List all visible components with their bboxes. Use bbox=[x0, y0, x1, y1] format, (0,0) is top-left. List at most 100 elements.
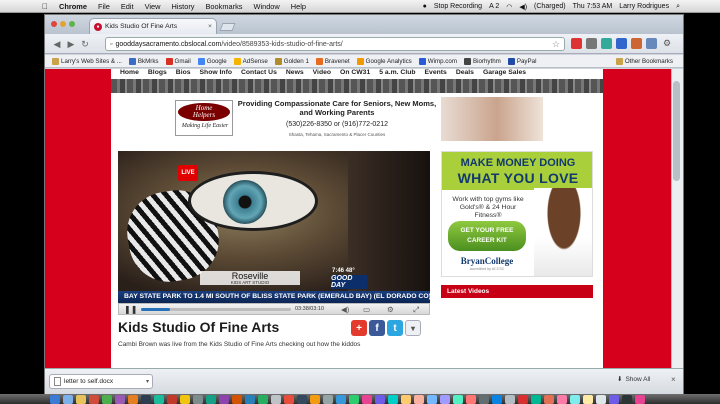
dock-app-icon[interactable] bbox=[596, 395, 606, 404]
dock-app-icon[interactable] bbox=[505, 395, 515, 404]
dock-app-icon[interactable] bbox=[635, 395, 645, 404]
site-nav-item[interactable]: Blogs bbox=[148, 69, 167, 79]
downloads-close-icon[interactable]: × bbox=[671, 375, 676, 384]
dock-app-icon[interactable] bbox=[284, 395, 294, 404]
site-nav-item[interactable]: Contact Us bbox=[241, 69, 277, 79]
bookmark-item[interactable]: Golden 1 bbox=[274, 57, 309, 65]
share-plus-icon[interactable]: + bbox=[351, 320, 367, 336]
bookmark-item[interactable]: Bravenet bbox=[315, 57, 350, 65]
dock-app-icon[interactable] bbox=[258, 395, 268, 404]
dock-app-icon[interactable] bbox=[414, 395, 424, 404]
dock-app-icon[interactable] bbox=[102, 395, 112, 404]
menu-app-name[interactable]: Chrome bbox=[59, 2, 87, 11]
dock-app-icon[interactable] bbox=[453, 395, 463, 404]
dock-app-icon[interactable] bbox=[492, 395, 502, 404]
other-bookmarks[interactable]: Other Bookmarks bbox=[615, 57, 673, 65]
dock-app-icon[interactable] bbox=[232, 395, 242, 404]
minimize-window-icon[interactable] bbox=[60, 21, 66, 27]
battery-status[interactable]: (Charged) bbox=[534, 3, 566, 10]
extension-green-icon[interactable] bbox=[601, 38, 612, 49]
bookmark-item[interactable]: Biorhythm bbox=[463, 57, 501, 65]
bookmark-item[interactable]: Google bbox=[197, 57, 227, 65]
dock-app-icon[interactable] bbox=[466, 395, 476, 404]
scrollbar-thumb[interactable] bbox=[673, 81, 680, 181]
captions-icon[interactable]: ▭ bbox=[363, 305, 370, 314]
zoom-window-icon[interactable] bbox=[69, 21, 75, 27]
home-helpers-ad[interactable]: Home Helpers Making Life Easier Providin… bbox=[173, 97, 543, 141]
site-nav-item[interactable]: Bios bbox=[176, 69, 191, 79]
extension-orange-icon[interactable] bbox=[631, 38, 642, 49]
wifi-icon[interactable]: ◠ bbox=[506, 3, 512, 11]
dock-app-icon[interactable] bbox=[154, 395, 164, 404]
site-nav-item[interactable]: Garage Sales bbox=[483, 69, 526, 79]
facebook-icon[interactable]: f bbox=[369, 320, 385, 336]
dock-app-icon[interactable] bbox=[245, 395, 255, 404]
dock-app-icon[interactable] bbox=[180, 395, 190, 404]
dock-app-icon[interactable] bbox=[401, 395, 411, 404]
dock-app-icon[interactable] bbox=[323, 395, 333, 404]
dock-app-icon[interactable] bbox=[570, 395, 580, 404]
bryan-college-ad[interactable]: MAKE MONEY DOING WHAT YOU LOVE Work with… bbox=[441, 151, 593, 277]
dock-app-icon[interactable] bbox=[440, 395, 450, 404]
volume-icon[interactable]: ◀) bbox=[519, 3, 527, 11]
apple-menu-icon[interactable]:  bbox=[42, 2, 48, 11]
wrench-icon[interactable]: ⚙ bbox=[663, 38, 674, 49]
stop-recording[interactable]: Stop Recording bbox=[434, 3, 482, 10]
site-nav-item[interactable]: 5 a.m. Club bbox=[379, 69, 415, 79]
site-nav-item[interactable]: Video bbox=[313, 69, 331, 79]
bookmark-item[interactable]: Wimp.com bbox=[418, 57, 457, 65]
bookmark-item[interactable]: PayPal bbox=[507, 57, 536, 65]
dock-app-icon[interactable] bbox=[544, 395, 554, 404]
dock-app-icon[interactable] bbox=[583, 395, 593, 404]
dock-app-icon[interactable] bbox=[427, 395, 437, 404]
back-icon[interactable]: ◀ bbox=[51, 38, 63, 50]
dock-app-icon[interactable] bbox=[141, 395, 151, 404]
spotlight-icon[interactable]: ⌕ bbox=[676, 3, 680, 11]
new-tab-button[interactable] bbox=[219, 23, 236, 31]
site-nav-item[interactable]: Deals bbox=[456, 69, 474, 79]
dock-app-icon[interactable] bbox=[622, 395, 632, 404]
bookmark-item[interactable]: BkMrks bbox=[128, 57, 159, 65]
career-kit-button[interactable]: GET YOUR FREE CAREER KIT bbox=[448, 221, 526, 251]
site-nav-item[interactable]: Home bbox=[120, 69, 139, 79]
dock-app-icon[interactable] bbox=[297, 395, 307, 404]
extension-cloud-icon[interactable] bbox=[646, 38, 657, 49]
menu-view[interactable]: View bbox=[145, 2, 161, 11]
dock-app-icon[interactable] bbox=[518, 395, 528, 404]
site-nav-item[interactable]: Show Info bbox=[200, 69, 232, 79]
dock-app-icon[interactable] bbox=[609, 395, 619, 404]
dock-app-icon[interactable] bbox=[89, 395, 99, 404]
fullscreen-icon[interactable]: ⤢ bbox=[413, 305, 419, 315]
dock-app-icon[interactable] bbox=[128, 395, 138, 404]
close-window-icon[interactable] bbox=[51, 21, 57, 27]
menu-file[interactable]: File bbox=[98, 2, 110, 11]
twitter-icon[interactable]: t bbox=[387, 320, 403, 336]
bookmark-item[interactable]: Gmail bbox=[165, 57, 191, 65]
reload-icon[interactable]: ↻ bbox=[79, 38, 91, 50]
download-menu-chevron-icon[interactable]: ▾ bbox=[146, 378, 149, 385]
dock-app-icon[interactable] bbox=[336, 395, 346, 404]
bookmark-item[interactable]: Larry's Web Sites & ... bbox=[52, 57, 122, 65]
bookmark-item[interactable]: AdSense bbox=[233, 57, 268, 65]
dock-app-icon[interactable] bbox=[479, 395, 489, 404]
dock-app-icon[interactable] bbox=[362, 395, 372, 404]
dock-app-icon[interactable] bbox=[63, 395, 73, 404]
menu-help[interactable]: Help bbox=[291, 2, 306, 11]
menu-bookmarks[interactable]: Bookmarks bbox=[206, 2, 243, 11]
menu-edit[interactable]: Edit bbox=[121, 2, 134, 11]
extension-red-icon[interactable] bbox=[571, 38, 582, 49]
forward-icon[interactable]: ▶ bbox=[65, 38, 77, 50]
tab-active[interactable]: ● Kids Studio Of Fine Arts × bbox=[89, 18, 217, 34]
extension-blue-icon[interactable] bbox=[616, 38, 627, 49]
volume-icon[interactable]: ◀) bbox=[341, 305, 349, 314]
dock-app-icon[interactable] bbox=[375, 395, 385, 404]
site-nav-item[interactable]: Events bbox=[425, 69, 447, 79]
settings-icon[interactable]: ⚙ bbox=[387, 305, 394, 314]
dock-app-icon[interactable] bbox=[206, 395, 216, 404]
site-nav-item[interactable]: News bbox=[286, 69, 304, 79]
user-name[interactable]: Larry Rodrigues bbox=[619, 3, 669, 10]
bookmark-star-icon[interactable]: ☆ bbox=[552, 39, 560, 50]
show-all-downloads[interactable]: ⬇ Show All bbox=[617, 375, 650, 384]
dock-app-icon[interactable] bbox=[271, 395, 281, 404]
pause-icon[interactable]: ❚❚ bbox=[124, 305, 137, 314]
